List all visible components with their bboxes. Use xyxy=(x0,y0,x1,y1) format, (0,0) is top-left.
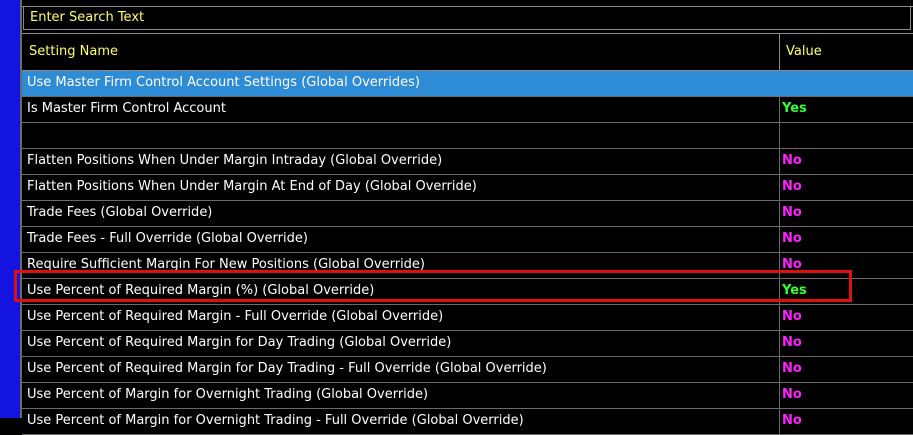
left-window-border xyxy=(0,0,20,418)
column-separator xyxy=(779,383,780,408)
setting-name-cell: Use Percent of Required Margin (%) (Glob… xyxy=(27,283,375,298)
setting-value-cell[interactable]: No xyxy=(782,413,802,428)
table-row[interactable]: Require Sufficient Margin For New Positi… xyxy=(22,253,913,279)
setting-value-cell[interactable]: No xyxy=(782,309,802,324)
setting-value-cell[interactable]: No xyxy=(782,361,802,376)
group-row[interactable]: Use Master Firm Control Account Settings… xyxy=(22,71,913,97)
setting-name-cell: Flatten Positions When Under Margin At E… xyxy=(27,179,477,194)
setting-name-cell: Use Percent of Required Margin for Day T… xyxy=(27,335,452,350)
column-separator xyxy=(779,409,780,434)
setting-name-cell: Use Percent of Required Margin - Full Ov… xyxy=(27,309,444,324)
column-separator xyxy=(779,253,780,278)
table-row[interactable]: Flatten Positions When Under Margin At E… xyxy=(22,175,913,201)
table-row[interactable]: Flatten Positions When Under Margin Intr… xyxy=(22,149,913,175)
table-row[interactable]: Use Percent of Required Margin - Full Ov… xyxy=(22,305,913,331)
table-row[interactable]: Use Percent of Margin for Overnight Trad… xyxy=(22,409,913,435)
setting-value-cell[interactable]: Yes xyxy=(782,283,807,298)
setting-value-cell[interactable]: No xyxy=(782,257,802,272)
setting-value-cell[interactable]: No xyxy=(782,387,802,402)
table-header: Setting Name Value xyxy=(22,33,913,71)
setting-name-cell: Trade Fees - Full Override (Global Overr… xyxy=(27,231,308,246)
setting-name-cell: Trade Fees (Global Override) xyxy=(27,205,213,220)
column-separator xyxy=(779,331,780,356)
column-header-value-label[interactable]: Value xyxy=(786,44,822,59)
settings-table: Setting Name Value Use Master Firm Contr… xyxy=(22,33,913,435)
column-separator xyxy=(779,97,780,122)
table-row[interactable]: Trade Fees - Full Override (Global Overr… xyxy=(22,227,913,253)
table-row xyxy=(22,123,913,149)
table-row[interactable]: Is Master Firm Control Account Yes xyxy=(22,97,913,123)
setting-name-cell: Use Master Firm Control Account Settings… xyxy=(27,75,420,90)
table-row[interactable]: Trade Fees (Global Override) No xyxy=(22,201,913,227)
column-separator xyxy=(779,201,780,226)
search-input[interactable]: Enter Search Text xyxy=(23,6,911,30)
setting-name-cell: Require Sufficient Margin For New Positi… xyxy=(27,257,426,272)
column-separator xyxy=(779,305,780,330)
table-row[interactable]: Use Percent of Required Margin (%) (Glob… xyxy=(22,279,913,305)
setting-value-cell[interactable]: Yes xyxy=(782,101,807,116)
column-header-setting-name[interactable]: Setting Name xyxy=(22,34,780,70)
table-row[interactable]: Use Percent of Margin for Overnight Trad… xyxy=(22,383,913,409)
table-row[interactable]: Use Percent of Required Margin for Day T… xyxy=(22,331,913,357)
column-separator xyxy=(779,175,780,200)
column-separator xyxy=(779,123,780,148)
column-separator xyxy=(779,149,780,174)
setting-value-cell[interactable]: No xyxy=(782,153,802,168)
setting-value-cell[interactable]: No xyxy=(782,179,802,194)
table-row[interactable]: Use Percent of Required Margin for Day T… xyxy=(22,357,913,383)
setting-name-cell: Is Master Firm Control Account xyxy=(27,101,226,116)
column-header-setting-name-label: Setting Name xyxy=(29,44,119,59)
setting-name-cell: Use Percent of Margin for Overnight Trad… xyxy=(27,387,429,402)
column-separator xyxy=(779,279,780,304)
setting-value-cell[interactable]: No xyxy=(782,335,802,350)
setting-value-cell[interactable]: No xyxy=(782,231,802,246)
column-separator xyxy=(779,227,780,252)
setting-value-cell[interactable]: No xyxy=(782,205,802,220)
setting-name-cell: Use Percent of Margin for Overnight Trad… xyxy=(27,413,524,428)
setting-name-cell: Flatten Positions When Under Margin Intr… xyxy=(27,153,443,168)
setting-name-cell: Use Percent of Required Margin for Day T… xyxy=(27,361,547,376)
column-separator xyxy=(779,357,780,382)
